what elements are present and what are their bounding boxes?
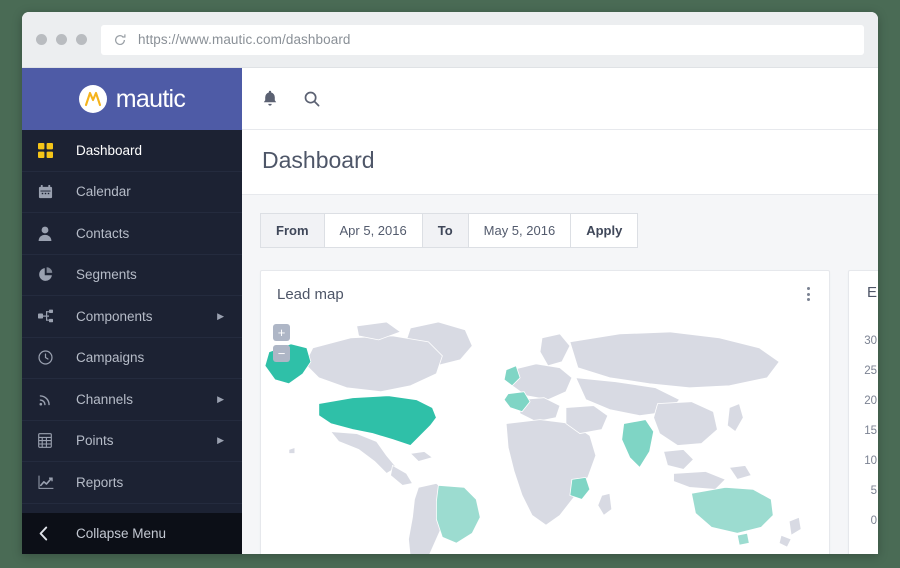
email-chart-card: En 30 25 20 15 10 5 0 Apr bbox=[848, 270, 878, 554]
sidebar-item-dashboard[interactable]: Dashboard bbox=[22, 130, 242, 172]
lead-map-header: Lead map bbox=[261, 271, 829, 314]
sidebar-item-label: Calendar bbox=[76, 184, 131, 199]
sidebar-item-reports[interactable]: Reports bbox=[22, 462, 242, 504]
y-tick: 15 bbox=[855, 425, 877, 437]
dashboard-cards: Lead map + − bbox=[260, 270, 878, 554]
browser-chrome: https://www.mautic.com/dashboard bbox=[22, 12, 878, 68]
chevron-right-icon: ▶ bbox=[217, 435, 224, 446]
map-zoom-controls: + − bbox=[273, 324, 290, 366]
top-bar bbox=[242, 68, 878, 130]
apply-button[interactable]: Apply bbox=[570, 213, 638, 248]
bell-icon[interactable] bbox=[262, 90, 278, 107]
chevron-left-icon bbox=[38, 525, 60, 541]
window-minimize-dot[interactable] bbox=[56, 34, 67, 45]
sidebar-item-points[interactable]: Points ▶ bbox=[22, 421, 242, 463]
page-header: Dashboard bbox=[242, 130, 878, 195]
line-chart-icon bbox=[38, 474, 60, 490]
sidebar-item-label: Components bbox=[76, 309, 153, 324]
collapse-menu-button[interactable]: Collapse Menu bbox=[22, 513, 242, 555]
window-maximize-dot[interactable] bbox=[76, 34, 87, 45]
sidebar-item-segments[interactable]: Segments bbox=[22, 255, 242, 297]
search-icon[interactable] bbox=[304, 91, 320, 107]
y-tick: 30 bbox=[855, 335, 877, 347]
world-map[interactable]: + − bbox=[261, 314, 829, 554]
date-range-picker: From Apr 5, 2016 To May 5, 2016 Apply bbox=[260, 213, 878, 248]
y-tick: 25 bbox=[855, 365, 877, 377]
sitemap-icon bbox=[38, 308, 60, 324]
app-shell: mautic Dashboard bbox=[22, 68, 878, 554]
sidebar-item-calendar[interactable]: Calendar bbox=[22, 172, 242, 214]
sidebar-item-channels[interactable]: Channels ▶ bbox=[22, 379, 242, 421]
sidebar-item-label: Contacts bbox=[76, 226, 129, 241]
kebab-menu-icon[interactable] bbox=[804, 284, 813, 304]
sidebar-item-label: Campaigns bbox=[76, 350, 144, 365]
y-tick: 5 bbox=[855, 485, 877, 497]
grid-icon bbox=[38, 142, 60, 158]
email-chart-body: 30 25 20 15 10 5 0 Apr bbox=[849, 317, 878, 554]
date-from-input[interactable]: Apr 5, 2016 bbox=[324, 213, 422, 248]
sidebar-item-campaigns[interactable]: Campaigns bbox=[22, 338, 242, 380]
sidebar-item-label: Points bbox=[76, 433, 114, 448]
mautic-logo-icon bbox=[79, 85, 107, 113]
map-zoom-out-button[interactable]: − bbox=[273, 345, 290, 362]
chevron-right-icon: ▶ bbox=[217, 394, 224, 405]
collapse-menu-label: Collapse Menu bbox=[76, 526, 166, 541]
sidebar-item-contacts[interactable]: Contacts bbox=[22, 213, 242, 255]
lead-map-card: Lead map + − bbox=[260, 270, 830, 554]
date-to-label: To bbox=[422, 213, 468, 248]
dashboard-content: From Apr 5, 2016 To May 5, 2016 Apply Le… bbox=[242, 195, 878, 554]
sidebar-nav: Dashboard Calendar bbox=[22, 130, 242, 513]
map-zoom-in-button[interactable]: + bbox=[273, 324, 290, 341]
user-icon bbox=[38, 225, 60, 241]
email-chart-title: En bbox=[849, 284, 878, 301]
address-bar[interactable]: https://www.mautic.com/dashboard bbox=[101, 25, 864, 55]
url-text: https://www.mautic.com/dashboard bbox=[138, 32, 351, 47]
clock-icon bbox=[38, 350, 60, 366]
sidebar: mautic Dashboard bbox=[22, 68, 242, 554]
sidebar-item-label: Channels bbox=[76, 392, 133, 407]
rss-icon bbox=[38, 391, 60, 407]
window-close-dot[interactable] bbox=[36, 34, 47, 45]
reload-icon[interactable] bbox=[113, 33, 127, 47]
date-to-input[interactable]: May 5, 2016 bbox=[468, 213, 571, 248]
y-tick: 20 bbox=[855, 395, 877, 407]
sidebar-item-label: Reports bbox=[76, 475, 123, 490]
chevron-right-icon: ▶ bbox=[217, 311, 224, 322]
sidebar-item-label: Dashboard bbox=[76, 143, 142, 158]
main-area: Dashboard From Apr 5, 2016 To May 5, 201… bbox=[242, 68, 878, 554]
y-tick: 10 bbox=[855, 455, 877, 467]
date-from-label: From bbox=[260, 213, 324, 248]
lead-map-title: Lead map bbox=[277, 286, 344, 303]
sidebar-item-label: Segments bbox=[76, 267, 137, 282]
window-controls bbox=[36, 34, 87, 45]
calendar-icon bbox=[38, 184, 60, 200]
pie-chart-icon bbox=[38, 267, 60, 283]
browser-window: https://www.mautic.com/dashboard mautic bbox=[22, 12, 878, 554]
world-map-svg bbox=[261, 314, 829, 554]
y-tick: 0 bbox=[855, 515, 877, 527]
sidebar-item-components[interactable]: Components ▶ bbox=[22, 296, 242, 338]
brand-name: mautic bbox=[116, 85, 185, 114]
brand-logo[interactable]: mautic bbox=[22, 68, 242, 130]
calculator-icon bbox=[38, 433, 60, 449]
page-title: Dashboard bbox=[262, 147, 858, 174]
